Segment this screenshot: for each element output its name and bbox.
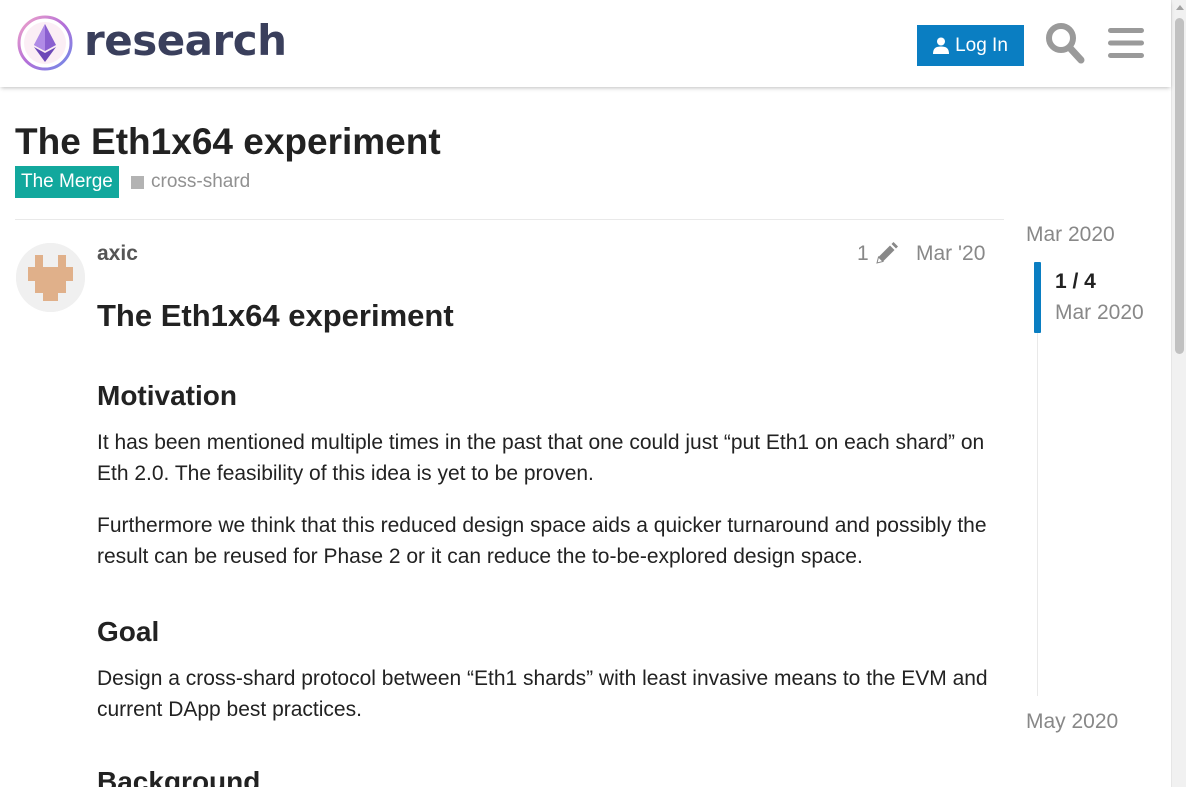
paragraph-motivation-1: It has been mentioned multiple times in … xyxy=(97,431,985,485)
user-icon xyxy=(933,37,950,54)
timeline-end-date[interactable]: May 2020 xyxy=(1026,708,1118,736)
tag-label: cross-shard xyxy=(151,171,251,192)
page-scrollbar[interactable] xyxy=(1171,0,1186,787)
topic-title[interactable]: The Eth1x64 experiment xyxy=(15,120,441,164)
section-heading-goal: Goal xyxy=(97,616,160,647)
site-title: research xyxy=(84,16,287,65)
site-header: research Log In xyxy=(0,0,1171,87)
post-divider xyxy=(15,219,1004,220)
timeline-scroll-handle[interactable] xyxy=(1034,262,1041,333)
user-avatar-icon xyxy=(16,243,85,312)
scrollbar-thumb[interactable] xyxy=(1175,18,1184,354)
timeline-position-date: Mar 2020 xyxy=(1055,301,1144,324)
category-badge[interactable]: The Merge xyxy=(15,166,119,198)
pencil-icon xyxy=(876,242,898,264)
section-heading-background: Background xyxy=(97,766,261,787)
edit-count: 1 xyxy=(857,242,869,265)
log-in-label: Log In xyxy=(955,34,1008,56)
section-heading-motivation: Motivation xyxy=(97,380,237,411)
edit-history-button[interactable]: 1 xyxy=(857,240,898,268)
post-body: The Eth1x64 experiment xyxy=(97,296,997,336)
paragraph-motivation-2: Furthermore we think that this reduced d… xyxy=(97,514,987,568)
ethereum-research-logo-icon xyxy=(17,15,73,71)
post-author-username[interactable]: axic xyxy=(97,240,138,268)
avatar[interactable] xyxy=(16,243,85,312)
timeline-position: 1 / 4 xyxy=(1055,270,1096,293)
search-icon[interactable] xyxy=(1045,22,1085,64)
tag-square-icon xyxy=(131,175,144,189)
post-heading: The Eth1x64 experiment xyxy=(97,298,454,333)
log-in-button[interactable]: Log In xyxy=(917,25,1024,66)
scroll-up-arrow-icon[interactable] xyxy=(1176,5,1184,10)
tag-cross-shard[interactable]: cross-shard xyxy=(131,166,250,198)
post-date[interactable]: Mar '20 xyxy=(916,240,985,268)
paragraph-goal-1: Design a cross-shard protocol between “E… xyxy=(97,667,988,721)
hamburger-menu-icon[interactable] xyxy=(1108,27,1144,59)
timeline-start-date[interactable]: Mar 2020 xyxy=(1026,221,1115,249)
site-logo[interactable]: research xyxy=(16,14,287,72)
